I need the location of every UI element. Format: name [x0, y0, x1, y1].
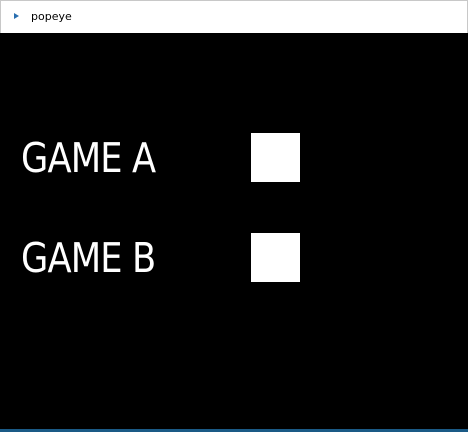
- game-b-select-box[interactable]: [251, 233, 300, 282]
- menu-item-label: GAME B: [21, 234, 156, 282]
- window-title: popeye: [31, 10, 72, 23]
- menu-item-game-a[interactable]: GAME A: [0, 133, 468, 183]
- game-a-select-box[interactable]: [251, 133, 300, 182]
- menu-item-game-b[interactable]: GAME B: [0, 233, 468, 283]
- menu-item-label: GAME A: [21, 134, 156, 182]
- game-screen[interactable]: GAME A GAME B: [0, 33, 468, 429]
- title-bar[interactable]: popeye: [0, 0, 468, 33]
- app-window: popeye GAME A GAME B: [0, 0, 468, 432]
- app-arrow-icon: [14, 13, 19, 19]
